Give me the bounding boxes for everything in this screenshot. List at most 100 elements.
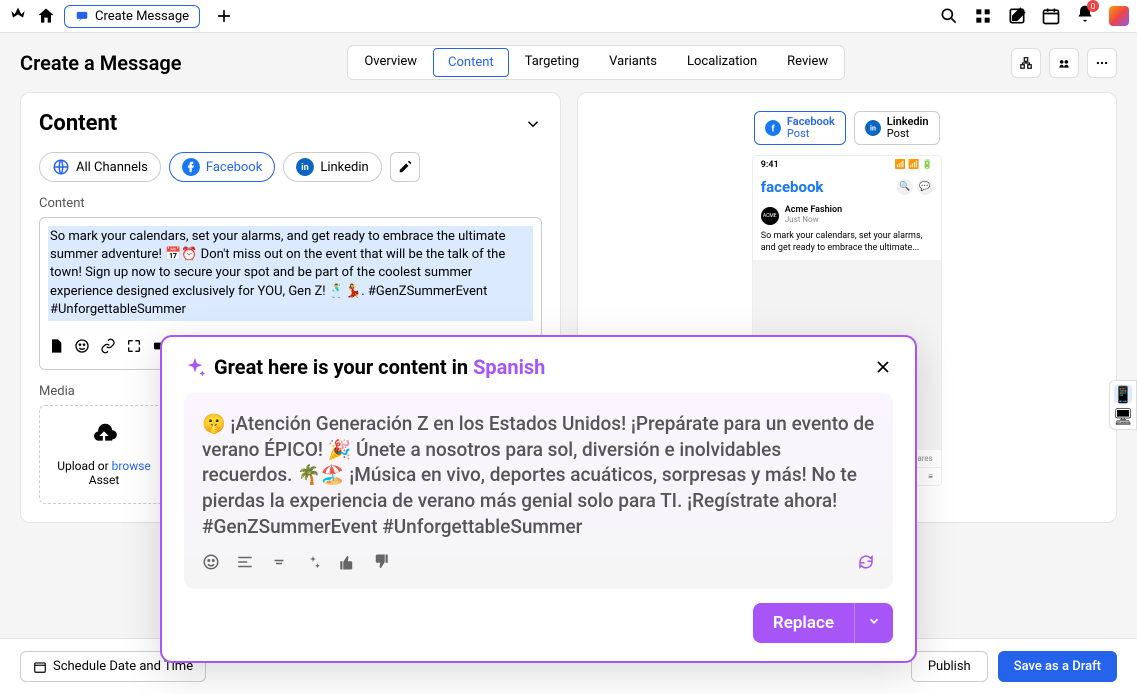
- desktop-device-icon[interactable]: 🖥: [1114, 407, 1132, 425]
- structure-icon[interactable]: [1011, 48, 1041, 78]
- phone-post-time: Just Now: [785, 216, 842, 225]
- phone-post-header: ACME Acme Fashion Just Now: [753, 200, 941, 231]
- phone-fb-header: facebook 🔍 💬: [753, 174, 941, 200]
- topbar-left: Create Message: [8, 5, 234, 28]
- cloud-upload-icon: [90, 422, 118, 450]
- enhance-icon[interactable]: [304, 553, 322, 571]
- device-toggle: 📱 🖥: [1109, 380, 1137, 430]
- shorten-icon[interactable]: [270, 553, 288, 571]
- channel-facebook[interactable]: Facebook: [169, 152, 275, 182]
- tabs-nav: Overview Content Targeting Variants Loca…: [347, 45, 845, 80]
- emoji-icon[interactable]: [74, 338, 90, 354]
- app-logo-icon: [8, 6, 28, 26]
- phone-fb-icons: 🔍 💬: [897, 179, 933, 195]
- phone-post-avatar: ACME: [761, 207, 779, 225]
- ai-modal-title: Great here is your content in Spanish: [214, 355, 545, 379]
- channel-all-label: All Channels: [76, 160, 148, 175]
- search-icon[interactable]: [939, 6, 959, 26]
- facebook-icon: [182, 158, 200, 176]
- replace-button[interactable]: Replace: [753, 603, 854, 643]
- footer-right: Publish Save as a Draft: [911, 651, 1117, 682]
- asset-text: Asset: [56, 473, 152, 487]
- preview-tab-facebook[interactable]: f Facebook Post: [754, 111, 846, 145]
- channel-linkedin-label: Linkedin: [320, 160, 368, 175]
- subheader-actions: [1011, 48, 1117, 78]
- content-text[interactable]: So mark your calendars, set your alarms,…: [48, 226, 533, 321]
- channel-facebook-label: Facebook: [206, 160, 262, 175]
- tab-review[interactable]: Review: [773, 48, 842, 77]
- preview-tab-linkedin[interactable]: in Linkedin Post: [854, 111, 940, 145]
- page-title: Create a Message: [20, 51, 181, 75]
- preview-tab-li-type: Post: [887, 128, 929, 140]
- tab-overview[interactable]: Overview: [350, 48, 431, 77]
- replace-dropdown-button[interactable]: [854, 603, 893, 643]
- message-icon: [75, 9, 89, 23]
- media-dropzone[interactable]: Upload or browse Asset: [39, 405, 169, 504]
- collaborate-icon[interactable]: [1049, 48, 1079, 78]
- ai-language: Spanish: [473, 355, 545, 379]
- upload-text: Upload or browse: [56, 459, 152, 473]
- chevron-down-icon: [867, 614, 881, 628]
- save-draft-button[interactable]: Save as a Draft: [998, 651, 1117, 682]
- preview-tab-fb-type: Post: [787, 128, 835, 140]
- tab-variants[interactable]: Variants: [595, 48, 671, 77]
- file-icon[interactable]: [48, 338, 64, 354]
- ai-translation-modal: Great here is your content in Spanish 🤫 …: [160, 335, 917, 663]
- add-tab-icon[interactable]: [214, 6, 234, 26]
- chevron-down-icon[interactable]: [524, 115, 542, 133]
- linkedin-icon: in: [865, 120, 881, 136]
- notifications[interactable]: 0: [1075, 4, 1095, 28]
- linkedin-icon: in: [296, 158, 314, 176]
- more-icon[interactable]: [1087, 48, 1117, 78]
- facebook-icon: f: [765, 120, 781, 136]
- phone-messenger-icon: 💬: [917, 179, 933, 195]
- active-tab-chip[interactable]: Create Message: [64, 5, 200, 28]
- thumbs-down-icon[interactable]: [372, 553, 390, 571]
- emoji-picker-icon[interactable]: [202, 553, 220, 571]
- apps-icon[interactable]: [973, 6, 993, 26]
- panel-title: Content: [39, 111, 117, 136]
- topbar-right: 0: [939, 4, 1129, 28]
- tab-targeting[interactable]: Targeting: [511, 48, 593, 77]
- globe-icon: [52, 158, 70, 176]
- regenerate-icon[interactable]: [857, 553, 875, 571]
- phone-search-icon: 🔍: [897, 179, 913, 195]
- ai-translated-text: 🤫 ¡Atención Generación Z en los Estados …: [202, 411, 875, 539]
- compose-icon[interactable]: [1007, 6, 1027, 26]
- link-icon[interactable]: [100, 338, 116, 354]
- channel-row: All Channels Facebook in Linkedin: [39, 152, 542, 182]
- align-left-icon[interactable]: [236, 553, 254, 571]
- tab-content[interactable]: Content: [433, 48, 509, 77]
- svg-text:in: in: [870, 124, 876, 133]
- panel-header: Content: [39, 111, 542, 136]
- topbar: Create Message 0: [0, 0, 1137, 33]
- close-icon[interactable]: [873, 357, 893, 377]
- ai-toolbar: [202, 553, 875, 571]
- browse-link[interactable]: browse: [112, 459, 151, 473]
- phone-signal-icons: 📶 📶 🔋: [895, 160, 933, 170]
- publish-button[interactable]: Publish: [911, 651, 988, 682]
- tab-localization[interactable]: Localization: [673, 48, 771, 77]
- mobile-device-icon[interactable]: 📱: [1114, 385, 1132, 403]
- home-icon[interactable]: [36, 6, 56, 26]
- ai-modal-header: Great here is your content in Spanish: [184, 355, 893, 379]
- calendar-small-icon: [33, 660, 47, 674]
- subheader: Create a Message Overview Content Target…: [0, 33, 1137, 92]
- edit-channel-button[interactable]: [390, 152, 420, 182]
- calendar-icon[interactable]: [1041, 6, 1061, 26]
- phone-time: 9:41: [761, 160, 779, 170]
- preview-tabs: f Facebook Post in Linkedin Post: [596, 111, 1099, 145]
- svg-text:in: in: [302, 163, 309, 173]
- channel-all[interactable]: All Channels: [39, 152, 161, 182]
- phone-post-text: So mark your calendars, set your alarms,…: [753, 231, 941, 260]
- notif-badge: 0: [1087, 0, 1099, 12]
- phone-menu-icon: ≡: [928, 472, 933, 481]
- sparkle-icon: [184, 356, 206, 378]
- ai-replace-row: Replace: [184, 603, 893, 643]
- content-label: Content: [39, 196, 542, 211]
- thumbs-up-icon[interactable]: [338, 553, 356, 571]
- user-avatar[interactable]: [1109, 6, 1129, 26]
- channel-linkedin[interactable]: in Linkedin: [283, 152, 381, 182]
- expand-icon[interactable]: [126, 338, 142, 354]
- phone-status-bar: 9:41 📶 📶 🔋: [753, 156, 941, 174]
